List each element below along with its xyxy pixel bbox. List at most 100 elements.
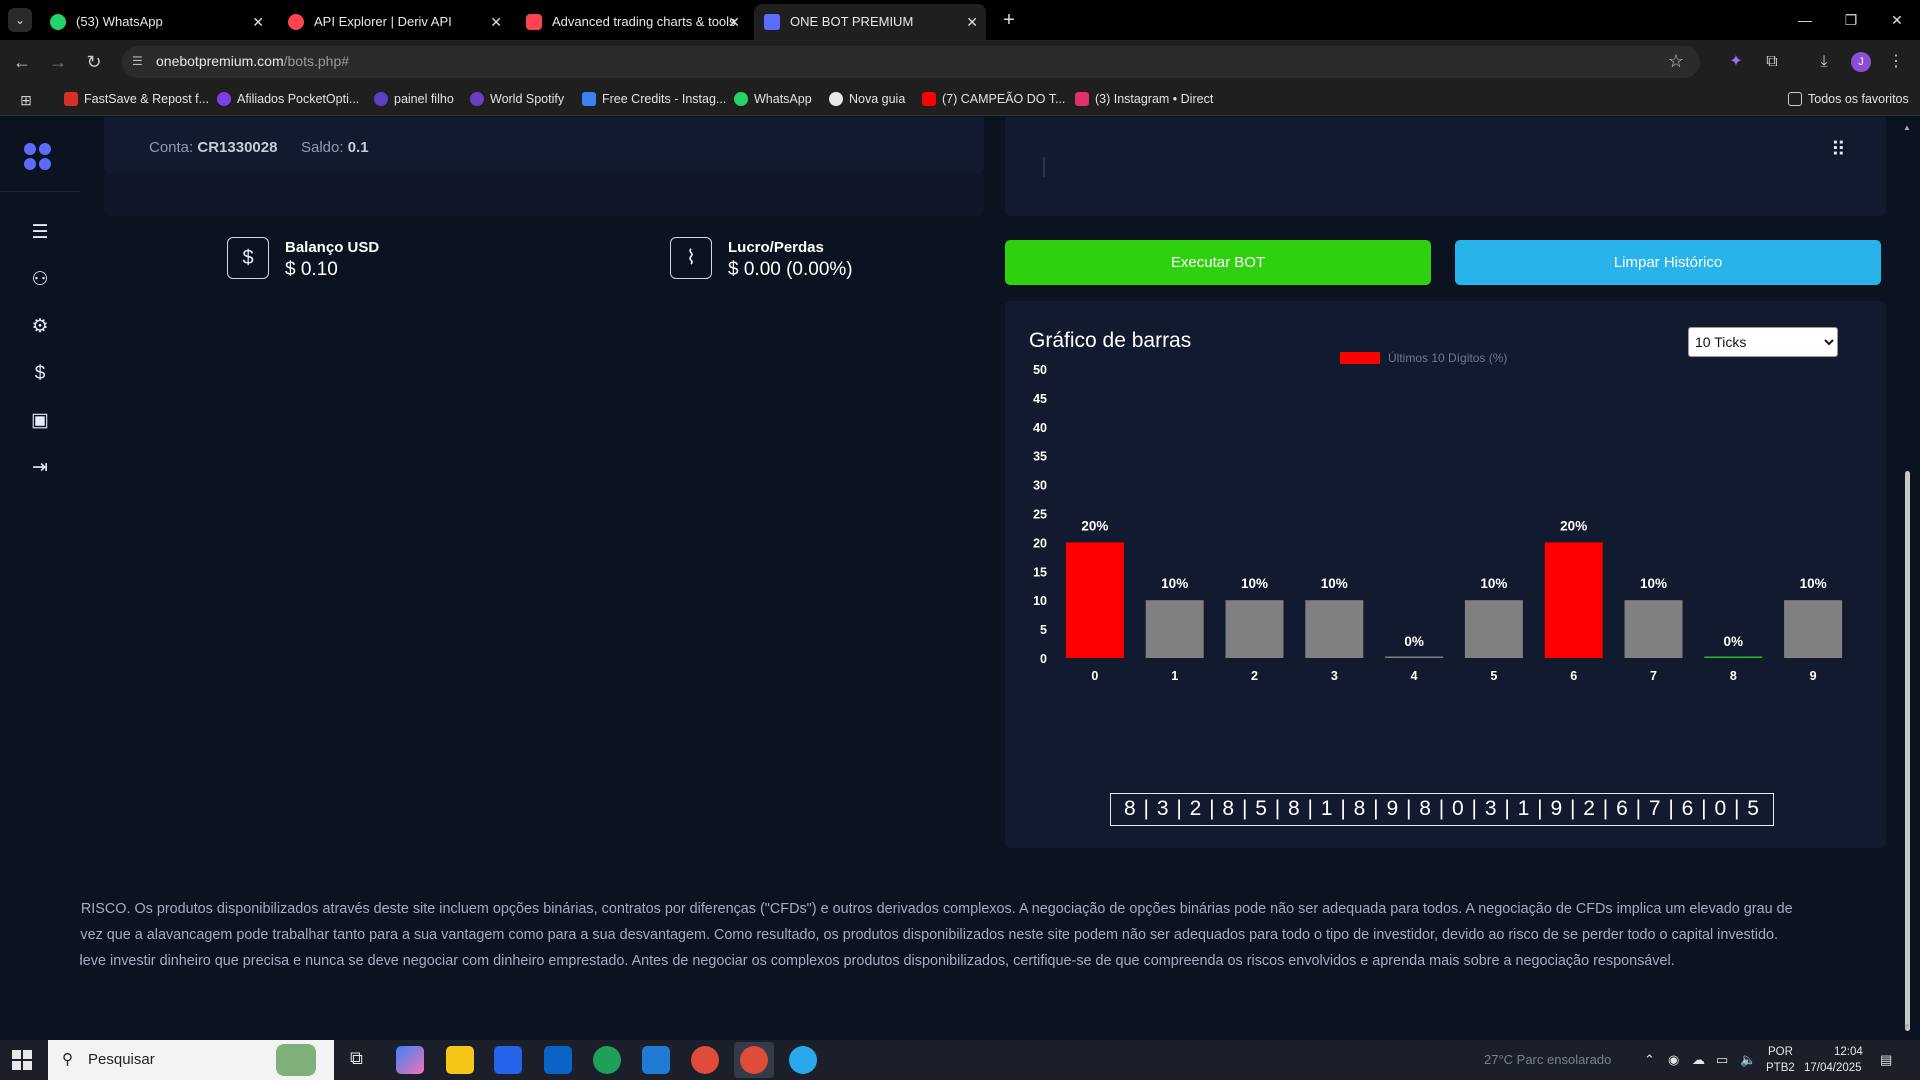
keyboard-layout[interactable]: PTB2 bbox=[1766, 1062, 1795, 1074]
close-tab-icon[interactable]: ✕ bbox=[966, 4, 978, 40]
meet-icon[interactable]: ◉ bbox=[1668, 1052, 1679, 1068]
windows-start-icon[interactable] bbox=[12, 1050, 32, 1070]
notifications-icon[interactable]: ▤ bbox=[1880, 1052, 1892, 1068]
account-number: Conta: CR1330028 bbox=[149, 139, 277, 156]
forward-icon[interactable]: → bbox=[44, 50, 72, 74]
balance-value: 0.1 bbox=[347, 139, 369, 156]
profile-avatar[interactable]: J bbox=[1851, 52, 1871, 72]
bookmark-item[interactable]: World Spotify bbox=[470, 92, 564, 106]
bookmark-star-icon[interactable]: ☆ bbox=[1668, 51, 1684, 72]
weather-widget[interactable]: 27°C Parc ensolarado bbox=[1484, 1052, 1611, 1067]
tab-trading-charts[interactable]: Advanced trading charts & tools ✕ bbox=[516, 4, 748, 40]
search-icon: ⚲ bbox=[62, 1051, 73, 1068]
x-tick-label: 3 bbox=[1331, 669, 1338, 683]
chart-bar bbox=[1225, 600, 1284, 658]
tray-chevron-icon[interactable]: ⌃ bbox=[1644, 1052, 1655, 1068]
clock-date[interactable]: 17/04/2025 bbox=[1804, 1062, 1862, 1074]
bookmark-item[interactable]: Free Credits - Instag... bbox=[582, 92, 726, 106]
money-icon[interactable]: ▣ bbox=[26, 409, 54, 433]
tab-one-bot-premium[interactable]: ONE BOT PREMIUM ✕ bbox=[754, 4, 986, 40]
volume-icon[interactable]: 🔈 bbox=[1740, 1052, 1756, 1068]
minimize-icon[interactable]: — bbox=[1782, 6, 1828, 34]
close-tab-icon[interactable]: ✕ bbox=[490, 4, 502, 40]
vscode-icon[interactable] bbox=[642, 1046, 670, 1074]
taskbar-search[interactable]: ⚲ Pesquisar bbox=[48, 1040, 334, 1080]
bookmark-item[interactable]: (7) CAMPEÃO DO T... bbox=[922, 92, 1065, 106]
url-path: /bots.php# bbox=[283, 53, 350, 69]
all-bookmarks[interactable]: Todos os favoritos bbox=[1788, 92, 1909, 106]
bookmark-item[interactable]: (3) Instagram • Direct bbox=[1075, 92, 1213, 106]
one-bot-logo[interactable] bbox=[24, 143, 52, 171]
bookmark-item[interactable]: painel filho bbox=[374, 92, 454, 106]
task-view-icon[interactable]: ⧉ bbox=[350, 1048, 363, 1069]
url-domain: onebotpremium.com bbox=[156, 53, 284, 69]
logout-icon[interactable]: ⇥ bbox=[26, 456, 54, 480]
bookmark-item[interactable]: WhatsApp bbox=[734, 92, 812, 106]
chrome-profile-icon[interactable] bbox=[740, 1046, 768, 1074]
file-explorer-icon[interactable] bbox=[446, 1046, 474, 1074]
apps-grid-icon[interactable]: ⠿ bbox=[1831, 137, 1846, 162]
window-close-icon[interactable]: ✕ bbox=[1874, 6, 1920, 34]
users-icon[interactable]: ⚇ bbox=[26, 268, 54, 292]
bookmark-label: painel filho bbox=[394, 92, 454, 106]
risk-disclaimer: AVISO DE RISCO. Os produtos disponibiliz… bbox=[80, 872, 1894, 1032]
bookmark-item[interactable]: Nova guia bbox=[829, 92, 905, 106]
microsoft-store-icon[interactable] bbox=[494, 1046, 522, 1074]
new-tab-icon[interactable]: + bbox=[995, 6, 1023, 34]
x-tick-label: 2 bbox=[1251, 669, 1258, 683]
tab-search-icon[interactable]: ⌄ bbox=[8, 8, 32, 32]
search-highlight-image bbox=[276, 1044, 316, 1076]
list-icon[interactable]: ☰ bbox=[26, 221, 54, 245]
chart-bar bbox=[1784, 600, 1843, 658]
close-tab-icon[interactable]: ✕ bbox=[252, 4, 264, 40]
clock-time[interactable]: 12:04 bbox=[1834, 1046, 1863, 1058]
x-tick-label: 7 bbox=[1650, 669, 1657, 683]
scroll-down-icon[interactable]: ▼ bbox=[1903, 1022, 1911, 1031]
edge-icon[interactable] bbox=[593, 1046, 621, 1074]
network-icon[interactable]: ▭ bbox=[1716, 1052, 1728, 1068]
close-tab-icon[interactable]: ✕ bbox=[728, 4, 740, 40]
currency-exchange-icon[interactable]: $ bbox=[26, 362, 54, 386]
balance-label: Saldo: bbox=[301, 139, 344, 156]
extensions-puzzle-icon[interactable]: ⧉ bbox=[1760, 50, 1784, 74]
account-value: CR1330028 bbox=[197, 139, 278, 156]
bar-value-label: 10% bbox=[1480, 576, 1507, 591]
copilot-icon[interactable] bbox=[396, 1046, 424, 1074]
onedrive-icon[interactable]: ☁ bbox=[1692, 1052, 1705, 1068]
restore-icon[interactable]: ❐ bbox=[1828, 6, 1874, 34]
back-icon[interactable]: ← bbox=[8, 50, 36, 74]
bookmark-item[interactable]: FastSave & Repost f... bbox=[64, 92, 209, 106]
x-tick-label: 9 bbox=[1810, 669, 1817, 683]
bookmark-label: World Spotify bbox=[490, 92, 565, 106]
account-label: Conta: bbox=[149, 139, 194, 156]
tab-whatsapp[interactable]: (53) WhatsApp ✕ bbox=[40, 4, 272, 40]
extension-icon[interactable]: ✦ bbox=[1724, 50, 1748, 74]
bookmarks-bar: ⊞ FastSave & Repost f... Afiliados Pocke… bbox=[0, 84, 1920, 116]
settings-gear-icon[interactable]: ⚙ bbox=[26, 315, 54, 339]
site-info-icon[interactable]: ☰ bbox=[132, 54, 143, 68]
apps-grid-icon[interactable]: ⊞ bbox=[14, 88, 38, 112]
page-scrollbar[interactable]: ▲ ▼ bbox=[1894, 117, 1920, 1040]
clear-history-button[interactable]: Limpar Histórico bbox=[1455, 240, 1881, 285]
tab-deriv-api[interactable]: API Explorer | Deriv API ✕ bbox=[278, 4, 510, 40]
y-tick-label: 30 bbox=[1033, 479, 1047, 493]
y-tick-label: 15 bbox=[1033, 565, 1047, 579]
scroll-up-icon[interactable]: ▲ bbox=[1903, 123, 1911, 132]
bookmark-item[interactable]: Afiliados PocketOpti... bbox=[217, 92, 359, 106]
run-bot-button[interactable]: Executar BOT bbox=[1005, 240, 1431, 285]
chrome-icon[interactable] bbox=[691, 1046, 719, 1074]
ticks-select[interactable]: 10 Ticks bbox=[1688, 327, 1838, 357]
telegram-icon[interactable] bbox=[789, 1046, 817, 1074]
browser-menu-icon[interactable]: ⋮ bbox=[1884, 50, 1908, 74]
input-language[interactable]: POR bbox=[1768, 1046, 1793, 1058]
scrollbar-thumb[interactable] bbox=[1905, 471, 1910, 1031]
tab-title: ONE BOT PREMIUM bbox=[790, 14, 914, 29]
reload-icon[interactable]: ↻ bbox=[80, 50, 108, 74]
url-field[interactable]: ☰ onebotpremium.com/bots.php# ☆ bbox=[122, 46, 1700, 78]
download-icon[interactable]: ⤓ bbox=[1812, 50, 1836, 74]
app-sidebar: ☰ ⚇ ⚙ $ ▣ ⇥ bbox=[0, 117, 80, 1040]
y-tick-label: 25 bbox=[1033, 508, 1047, 522]
legend-swatch bbox=[1340, 352, 1380, 364]
outlook-icon[interactable] bbox=[544, 1046, 572, 1074]
bookmark-label: Afiliados PocketOpti... bbox=[237, 92, 360, 106]
